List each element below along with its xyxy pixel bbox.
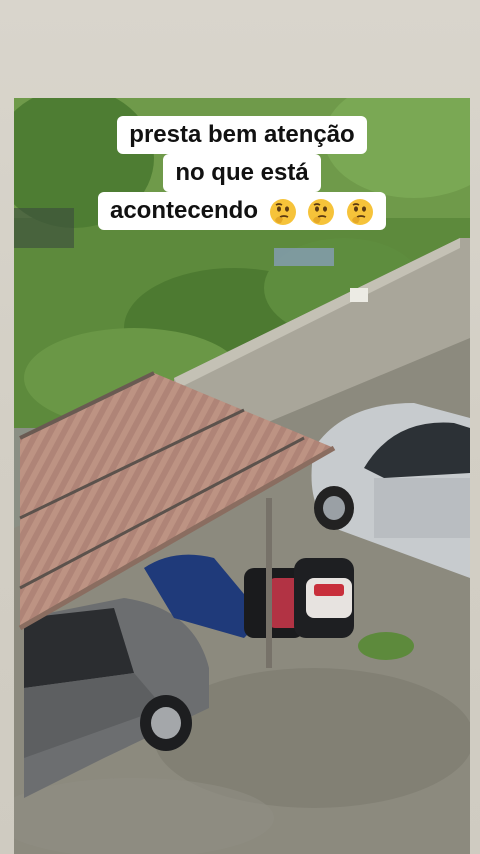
caption-line-2: no que está: [163, 154, 321, 192]
thinking-face-icon: [346, 198, 374, 226]
thinking-face-icon: [307, 198, 335, 226]
caption-line-3-text: acontecendo: [109, 197, 258, 224]
support-pole: [266, 498, 272, 668]
plant-clump: [358, 632, 414, 660]
caption-box: presta bem atenção no que está acontecen…: [14, 116, 470, 230]
wall-lamp: [350, 288, 368, 302]
video-frame[interactable]: presta bem atenção no que está acontecen…: [14, 98, 470, 854]
caption-line-1: presta bem atenção: [117, 116, 367, 154]
thinking-face-icon: [269, 198, 297, 226]
caption-line-3: acontecendo: [97, 192, 387, 230]
